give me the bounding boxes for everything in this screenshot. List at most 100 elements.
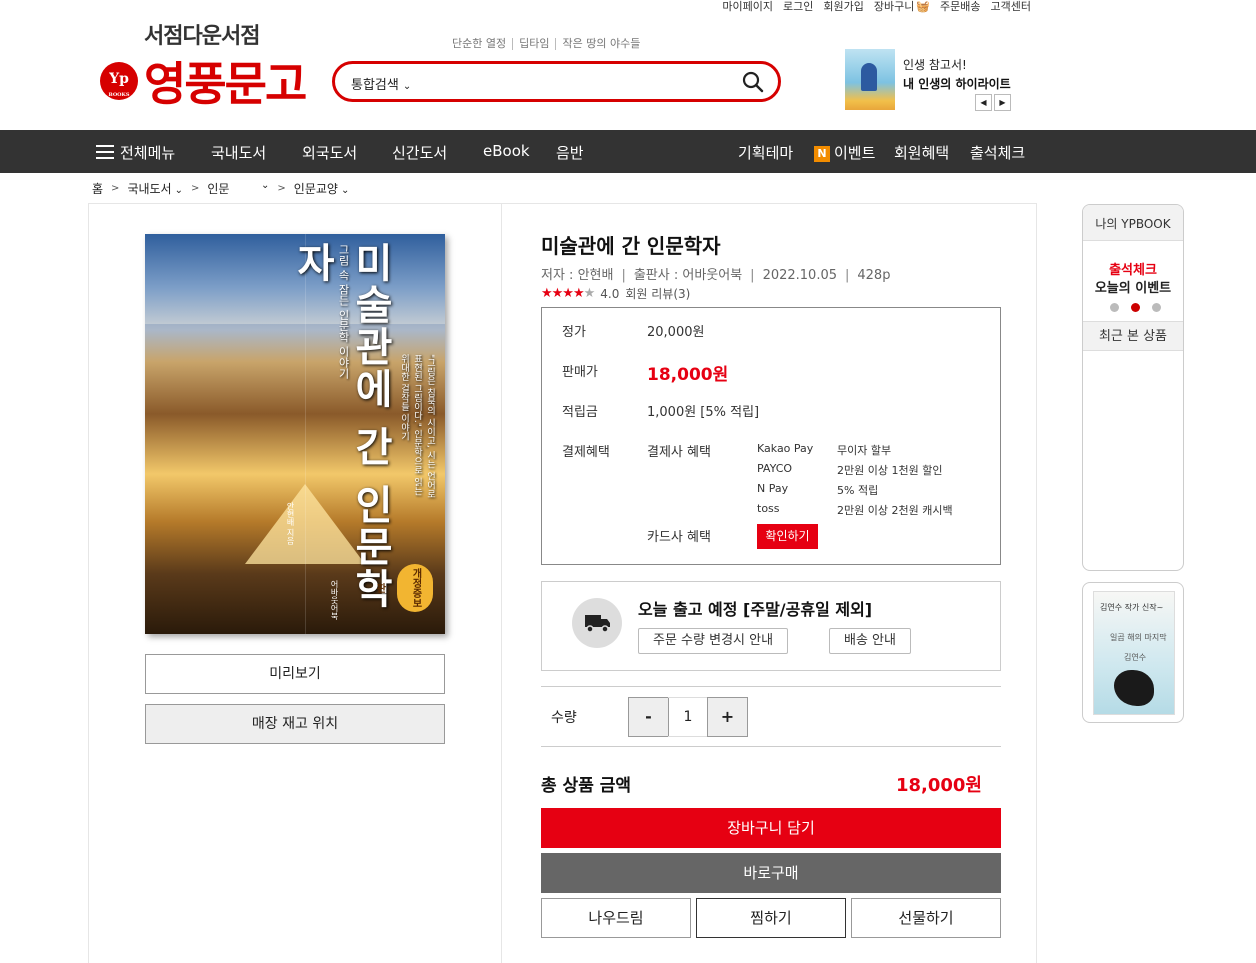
nowdream-button[interactable]: 나우드림 bbox=[541, 898, 691, 938]
side-ad-book: 김연수 작가 신작~ 일곱 해의 마지막 김연수 bbox=[1093, 591, 1175, 715]
nav-foreign[interactable]: 외국도서 bbox=[302, 142, 357, 163]
nav-theme[interactable]: 기획테마 bbox=[738, 142, 793, 163]
side-ad-title: 일곱 해의 마지막 bbox=[1110, 633, 1167, 642]
nav-domestic[interactable]: 국내도서 bbox=[211, 142, 266, 163]
product-pages: 428p bbox=[857, 268, 891, 283]
truck-icon-wrap bbox=[572, 598, 622, 648]
side-ad-author: 김연수 bbox=[1124, 653, 1147, 662]
side-ad-panel[interactable]: 김연수 작가 신작~ 일곱 해의 마지막 김연수 bbox=[1082, 582, 1184, 723]
card-benefit-button[interactable]: 확인하기 bbox=[757, 524, 818, 549]
delivery-info-button[interactable]: 배송 안내 bbox=[829, 628, 911, 654]
logo-name[interactable]: 영풍문고 bbox=[144, 48, 307, 114]
search-icon[interactable] bbox=[742, 71, 764, 93]
add-to-cart-button[interactable]: 장바구니 담기 bbox=[541, 808, 1001, 848]
quantity-minus-button[interactable]: - bbox=[628, 697, 669, 737]
product-meta: 저자 : 안현배 | 출판사 : 어바웃어북 | 2022.10.05 | 428p bbox=[541, 264, 890, 283]
truck-icon bbox=[585, 615, 610, 633]
search-scope-label: 통합검색 bbox=[351, 78, 399, 93]
promo-banner[interactable]: 인생 참고서! 내 인생의 하이라이트 ◀ ▶ bbox=[845, 49, 1015, 111]
product-date: 2022.10.05 bbox=[762, 268, 837, 283]
price-box: 정가 20,000원 판매가 18,000원 적립금 1,000원 [5% 적립… bbox=[541, 307, 1001, 565]
product-publisher[interactable]: 출판사 : 어바웃어북 bbox=[634, 268, 742, 283]
product-title: 미술관에 간 인문학자 bbox=[541, 234, 721, 258]
nav-attendance[interactable]: 출석체크 bbox=[970, 142, 1025, 163]
crumb-label: 인문교양 bbox=[293, 182, 338, 196]
preview-button[interactable]: 미리보기 bbox=[145, 654, 445, 694]
util-mypage-link[interactable]: 마이페이지 bbox=[717, 0, 778, 16]
keyword-link[interactable]: 단순한 열정 bbox=[452, 38, 514, 50]
wishlist-button[interactable]: 찜하기 bbox=[696, 898, 846, 938]
chevron-down-icon: ⌄ bbox=[174, 185, 183, 196]
recent-items-header[interactable]: 최근 본 상품 bbox=[1083, 321, 1183, 351]
store-stock-button[interactable]: 매장 재고 위치 bbox=[145, 704, 445, 744]
product-author[interactable]: 저자 : 안현배 bbox=[541, 268, 613, 283]
promo-line1: 인생 참고서! bbox=[903, 58, 967, 72]
keyword-link[interactable]: 딥타임 bbox=[513, 38, 557, 50]
logo-mark-text: Yp bbox=[109, 71, 129, 87]
nav-event[interactable]: N 이벤트 bbox=[814, 142, 875, 163]
benefit-label: 결제혜택 bbox=[562, 445, 610, 460]
cover-author: 안현배 지음 bbox=[286, 502, 295, 545]
search-bar: 통합검색 ⌄ bbox=[332, 61, 781, 102]
crumb-separator: > bbox=[111, 183, 120, 194]
nav-music[interactable]: 음반 bbox=[556, 142, 584, 163]
search-input[interactable] bbox=[435, 70, 725, 94]
promo-line2: 내 인생의 하이라이트 bbox=[903, 77, 1011, 91]
quantity-input[interactable]: 1 bbox=[668, 697, 708, 737]
crumb-domestic[interactable]: 국내도서 ⌄ bbox=[127, 180, 183, 197]
review-link[interactable]: 회원 리뷰(3) bbox=[625, 285, 690, 302]
crumb-humanities[interactable]: 인문 ⌄ bbox=[207, 180, 269, 197]
nav-new[interactable]: 신간도서 bbox=[392, 142, 447, 163]
list-price-label: 정가 bbox=[562, 325, 586, 340]
banner-next-button[interactable]: ▶ bbox=[994, 94, 1011, 111]
main-nav: 전체메뉴 국내도서 외국도서 신간도서 eBook 음반 기획테마 N 이벤트 회… bbox=[0, 130, 1256, 173]
star-rating-icon: ★★★★★ bbox=[541, 286, 595, 301]
util-signup-link[interactable]: 회원가입 bbox=[818, 0, 868, 16]
my-ypbook-panel: 나의 YPBOOK 출석체크 오늘의 이벤트 최근 본 상품 bbox=[1082, 204, 1184, 571]
crumb-label: 인문 bbox=[207, 182, 230, 196]
logo-mark[interactable]: Yp BOOKS bbox=[100, 62, 138, 100]
payment-name: Kakao Pay bbox=[757, 442, 814, 455]
breadcrumb: 홈 > 국내도서 ⌄ > 인문 ⌄ > 인문교양 ⌄ bbox=[92, 180, 349, 197]
keyword-link[interactable]: 작은 땅의 야수들 bbox=[556, 38, 646, 50]
carousel-dots bbox=[1110, 303, 1161, 312]
utility-links: 마이페이지 로그인 회원가입 장바구니 🧺 주문배송 고객센터 bbox=[717, 0, 1036, 16]
payco-benefit-label: 결제사 혜택 bbox=[647, 445, 711, 460]
popular-keywords: 단순한 열정 딥타임 작은 땅의 야수들 bbox=[452, 38, 646, 50]
util-service-link[interactable]: 고객센터 bbox=[986, 0, 1036, 16]
carousel-dot[interactable] bbox=[1110, 303, 1119, 312]
my-ypbook-header[interactable]: 나의 YPBOOK bbox=[1083, 205, 1183, 241]
quantity-plus-button[interactable]: + bbox=[707, 697, 748, 737]
sidebar-event-line1[interactable]: 출석체크 bbox=[1083, 259, 1183, 278]
point-label: 적립금 bbox=[562, 405, 598, 420]
gift-button[interactable]: 선물하기 bbox=[851, 898, 1001, 938]
crumb-liberal[interactable]: 인문교양 ⌄ bbox=[294, 180, 350, 197]
nav-ebook[interactable]: eBook bbox=[483, 142, 530, 160]
util-login-link[interactable]: 로그인 bbox=[778, 0, 818, 16]
banner-prev-button[interactable]: ◀ bbox=[975, 94, 992, 111]
util-cart-label: 장바구니 bbox=[873, 0, 915, 13]
hamburger-icon[interactable] bbox=[96, 145, 114, 159]
payment-name: N Pay bbox=[757, 482, 789, 495]
side-ad-illustration bbox=[1114, 670, 1154, 706]
carousel-dot-active[interactable] bbox=[1131, 303, 1140, 312]
nav-all-menu[interactable]: 전체메뉴 bbox=[120, 142, 175, 163]
shipping-title: 오늘 출고 예정 [주말/공휴일 제외] bbox=[638, 600, 873, 619]
sale-price-value: 18,000원 bbox=[647, 365, 729, 385]
buy-now-button[interactable]: 바로구매 bbox=[541, 853, 1001, 893]
carousel-dot[interactable] bbox=[1152, 303, 1161, 312]
divider bbox=[541, 686, 1001, 687]
logo-mark-sub: BOOKS bbox=[108, 92, 130, 98]
nav-benefit[interactable]: 회원혜택 bbox=[894, 142, 949, 163]
rating-row: ★★★★★ 4.0 회원 리뷰(3) bbox=[541, 285, 690, 302]
chevron-down-icon: ⌄ bbox=[340, 185, 350, 196]
qty-change-info-button[interactable]: 주문 수량 변경시 안내 bbox=[638, 628, 789, 654]
list-price-value: 20,000원 bbox=[647, 325, 705, 340]
util-order-link[interactable]: 주문배송 bbox=[935, 0, 985, 16]
crumb-home[interactable]: 홈 bbox=[92, 180, 103, 197]
book-cover[interactable]: 미술관에 간 인문학자 그림 속 잠든 인문학 이야기 "그림은 침묵의 시이고… bbox=[145, 234, 445, 634]
sidebar-event-line2[interactable]: 오늘의 이벤트 bbox=[1083, 277, 1183, 296]
util-cart-link[interactable]: 장바구니 🧺 bbox=[869, 0, 935, 16]
shipping-box: 오늘 출고 예정 [주말/공휴일 제외] 주문 수량 변경시 안내 배송 안내 bbox=[541, 581, 1001, 671]
search-scope-select[interactable]: 통합검색 ⌄ bbox=[351, 74, 411, 93]
